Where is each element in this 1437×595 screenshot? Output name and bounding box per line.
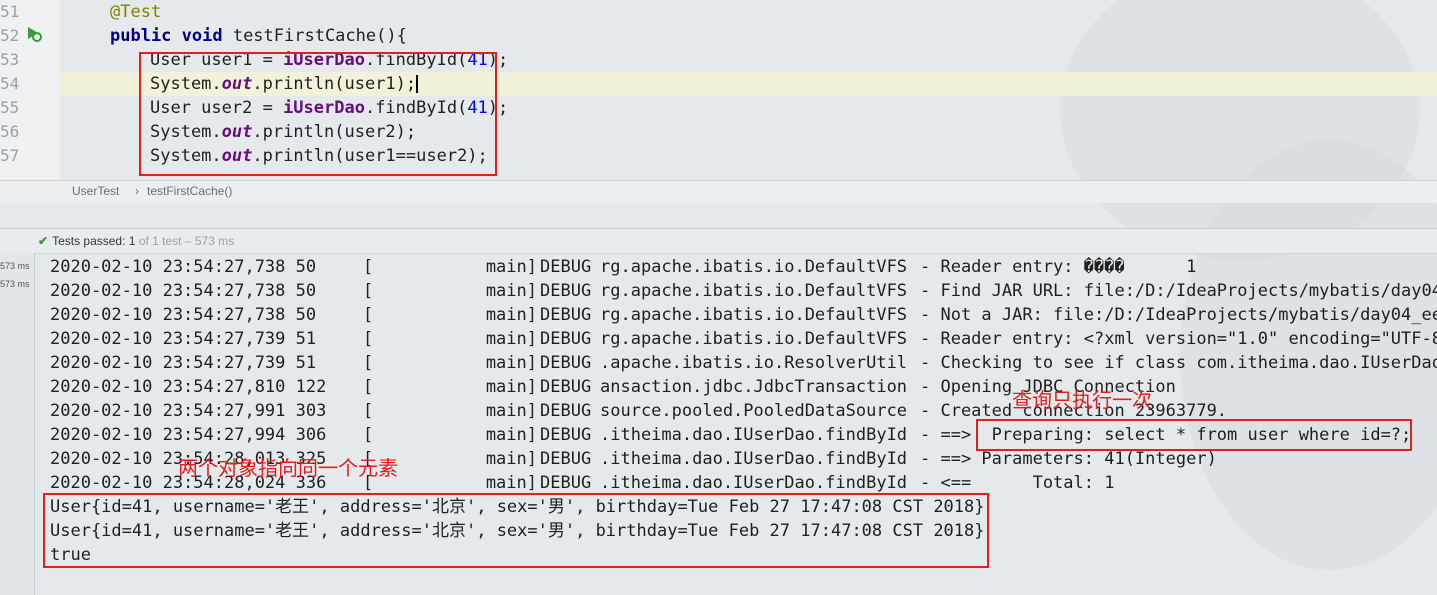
line-number: 51 — [0, 2, 20, 21]
editor-gutter: 51 52 53 54 55 56 57 — [0, 0, 60, 180]
log-timestamp: 2020-02-10 23:54:27,739 51 — [50, 329, 317, 349]
log-message: - Reader entry: ���� 1 — [920, 257, 1197, 277]
line-number: 56 — [0, 122, 20, 141]
log-message: - Find JAR URL: file:/D:/IdeaProjects/my… — [920, 281, 1437, 301]
log-level: DEBUG — [540, 449, 592, 469]
log-logger: rg.apache.ibatis.io.DefaultVFS — [600, 305, 908, 325]
log-timestamp: 2020-02-10 23:54:27,738 50 — [50, 281, 317, 301]
log-row: 2020-02-10 23:54:27,739 51 [ main] DEBUG .a… — [50, 351, 1437, 375]
log-logger: rg.apache.ibatis.io.DefaultVFS — [600, 281, 908, 301]
log-logger: source.pooled.PooledDataSource — [600, 401, 908, 421]
log-thread: [ main] — [363, 281, 537, 301]
test-duration: 573 ms — [0, 279, 30, 289]
log-timestamp: 2020-02-10 23:54:27,991 303 — [50, 401, 327, 421]
log-thread: [ main] — [363, 329, 537, 349]
tests-passed-status: ✔ Tests passed: 1 of 1 test – 573 ms — [38, 234, 234, 248]
log-timestamp: 2020-02-10 23:54:27,994 306 — [50, 425, 327, 445]
code-line-annotation: @Test — [110, 0, 161, 24]
log-thread: [ main] — [363, 425, 537, 445]
line-number: 57 — [0, 146, 20, 165]
log-timestamp: 2020-02-10 23:54:27,810 122 — [50, 377, 327, 397]
log-level: DEBUG — [540, 329, 592, 349]
log-row: 2020-02-10 23:54:27,738 50 [ main] DEBUG rg… — [50, 255, 1437, 279]
log-level: DEBUG — [540, 377, 592, 397]
annotation-test: @Test — [110, 2, 162, 22]
log-logger: rg.apache.ibatis.io.DefaultVFS — [600, 329, 908, 349]
log-thread: [ main] — [363, 305, 537, 325]
annotation-same-object: 两个对象指向同一个元素 — [178, 456, 398, 480]
log-logger: .apache.ibatis.io.ResolverUtil — [600, 353, 908, 373]
code-highlight-box — [139, 52, 497, 176]
log-message: - <== Total: 1 — [920, 473, 1115, 493]
log-logger: .itheima.dao.IUserDao.findById — [600, 425, 908, 445]
breadcrumb-method[interactable]: testFirstCache() — [147, 184, 232, 198]
check-icon: ✔ — [38, 234, 49, 248]
console-output[interactable]: 2020-02-10 23:54:27,738 50[ main] DEBUG rg… — [36, 253, 1437, 595]
test-duration: 573 ms — [0, 261, 30, 271]
status-label: Tests passed: — [52, 234, 126, 248]
log-level: DEBUG — [540, 473, 592, 493]
log-thread: [ main] — [363, 401, 537, 421]
method-name: testFirstCache(){ — [222, 26, 407, 46]
log-logger: .itheima.dao.IUserDao.findById — [600, 449, 908, 469]
status-detail: of 1 test – 573 ms — [138, 234, 235, 248]
output-highlight-box — [43, 493, 989, 568]
line-number: 55 — [0, 98, 20, 117]
log-level: DEBUG — [540, 401, 592, 421]
log-row: 2020-02-10 23:54:27,738 50 [ main] DEBUG rg… — [50, 303, 1437, 327]
line-number: 52 — [0, 26, 20, 45]
code-line-method-signature: public void testFirstCache(){ — [110, 24, 407, 48]
breadcrumb: UserTest › testFirstCache() — [0, 180, 1437, 203]
log-message: - Not a JAR: file:/D:/IdeaProjects/mybat… — [920, 305, 1437, 325]
log-timestamp: 2020-02-10 23:54:27,738 50 — [50, 257, 317, 277]
log-timestamp: 2020-02-10 23:54:27,739 51 — [50, 353, 317, 373]
code-editor[interactable]: 51 52 53 54 55 56 57 @Test public void t… — [0, 0, 1437, 180]
line-number: 53 — [0, 50, 20, 69]
run-test-icon[interactable] — [24, 24, 42, 42]
breadcrumb-class[interactable]: UserTest — [72, 184, 119, 198]
log-message: - Reader entry: <?xml version="1.0" enco… — [920, 329, 1437, 349]
sql-highlight-box — [976, 419, 1412, 451]
status-count: 1 — [128, 234, 136, 248]
annotation-query-once: 查询只执行一次 — [1012, 388, 1152, 412]
log-thread: [ main] — [363, 353, 537, 373]
log-level: DEBUG — [540, 425, 592, 445]
test-tree[interactable]: 573 ms 573 ms — [0, 253, 35, 595]
breadcrumb-separator: › — [135, 184, 139, 198]
test-status-bar: ✔ Tests passed: 1 of 1 test – 573 ms — [0, 228, 1437, 254]
log-logger: .itheima.dao.IUserDao.findById — [600, 473, 908, 493]
log-row: 2020-02-10 23:54:27,739 51 [ main] DEBUG rg… — [50, 327, 1437, 351]
log-logger: ansaction.jdbc.JdbcTransaction — [600, 377, 908, 397]
log-row: 2020-02-10 23:54:27,810 122 [ main] DEBUG a… — [50, 375, 1437, 399]
log-level: DEBUG — [540, 281, 592, 301]
log-logger: rg.apache.ibatis.io.DefaultVFS — [600, 257, 908, 277]
log-thread: [ main] — [363, 257, 537, 277]
log-timestamp: 2020-02-10 23:54:27,738 50 — [50, 305, 317, 325]
log-level: DEBUG — [540, 305, 592, 325]
keyword-public-void: public void — [110, 26, 223, 46]
log-thread: [ main] — [363, 377, 537, 397]
log-message: - Checking to see if class com.itheima.d… — [920, 353, 1437, 373]
log-level: DEBUG — [540, 353, 592, 373]
log-level: DEBUG — [540, 257, 592, 277]
line-number: 54 — [0, 74, 20, 93]
log-row: 2020-02-10 23:54:27,738 50 [ main] DEBUG rg… — [50, 279, 1437, 303]
